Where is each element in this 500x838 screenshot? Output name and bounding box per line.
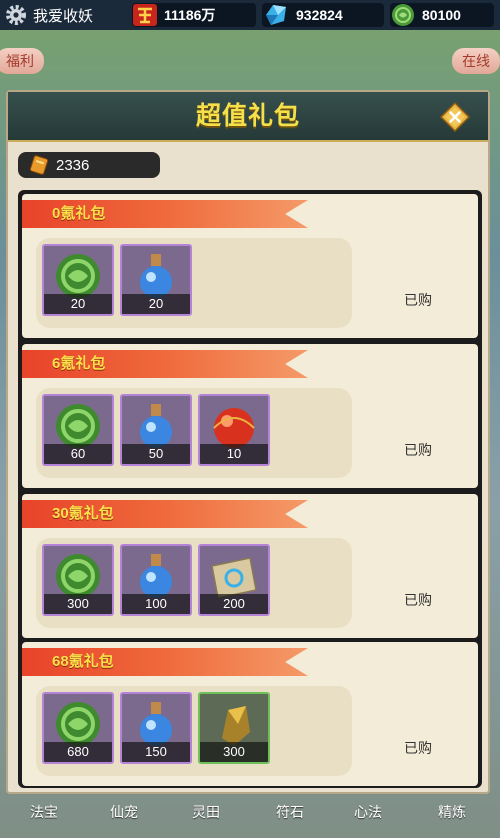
item-quantity: 60: [44, 444, 112, 464]
item-quantity: 20: [44, 294, 112, 314]
pack-item[interactable]: 20: [42, 244, 114, 316]
pack-item[interactable]: 60: [42, 394, 114, 466]
online-tab[interactable]: 在线: [452, 48, 500, 74]
pack-item[interactable]: 20: [120, 244, 192, 316]
crystal-display: 932824: [262, 3, 384, 27]
war-power-value: 11186万: [164, 7, 216, 23]
item-quantity: 10: [200, 444, 268, 464]
crystal-icon: [266, 5, 286, 25]
pack-card: 68氪礼包 680 150 300 已购: [22, 642, 478, 786]
pack-item[interactable]: 680: [42, 692, 114, 764]
pack-name: 0氪礼包: [52, 205, 106, 222]
pack-name: 68氪礼包: [52, 653, 114, 670]
item-quantity: 100: [122, 594, 190, 614]
value-pack-dialog: 超值礼包 2336 0氪礼包 20 20 已购 6氪礼包 60 50 10 已购…: [6, 90, 490, 794]
dialog-title: 超值礼包: [195, 102, 300, 130]
gear-icon: [6, 5, 26, 25]
nav-jinglian[interactable]: 精炼: [422, 802, 482, 822]
item-quantity: 300: [200, 742, 268, 762]
top-status-bar: 我爱收妖 11186万 932824 80100: [0, 0, 500, 30]
pack-items: 60 50 10: [36, 388, 352, 478]
pack-items: 300 100 200: [36, 538, 352, 628]
nav-fabao[interactable]: 法宝: [14, 802, 74, 822]
pack-item[interactable]: 50: [120, 394, 192, 466]
pack-item[interactable]: 200: [198, 544, 270, 616]
voucher-balance: 2336: [18, 152, 160, 178]
war-power-display: 11186万: [132, 3, 256, 27]
pack-item[interactable]: 300: [198, 692, 270, 764]
purchased-status: 已购: [404, 292, 432, 308]
pack-items: 20 20: [36, 238, 352, 328]
crystal-value: 932824: [296, 7, 343, 23]
close-icon[interactable]: [440, 102, 470, 132]
item-quantity: 200: [200, 594, 268, 614]
voucher-amount: 2336: [56, 156, 90, 174]
bottom-nav: 法宝 仙宠 灵田 符石 心法 精炼: [0, 800, 500, 838]
item-quantity: 150: [122, 742, 190, 762]
pack-card: 6氪礼包 60 50 10 已购: [22, 344, 478, 488]
pack-card: 30氪礼包 300 100 200 已购: [22, 494, 478, 638]
pack-list[interactable]: 0氪礼包 20 20 已购 6氪礼包 60 50 10 已购 30氪礼包 300…: [18, 190, 482, 788]
purchased-status: 已购: [404, 442, 432, 458]
purchased-status: 已购: [404, 592, 432, 608]
pack-item[interactable]: 300: [42, 544, 114, 616]
pack-card: 0氪礼包 20 20 已购: [22, 194, 478, 338]
pack-item[interactable]: 10: [198, 394, 270, 466]
pack-item[interactable]: 150: [120, 692, 192, 764]
item-quantity: 20: [122, 294, 190, 314]
nav-fushi[interactable]: 符石: [260, 802, 320, 822]
jade-coin-icon: [392, 4, 414, 26]
jade-coin-value: 80100: [422, 7, 461, 23]
pack-name: 30氪礼包: [52, 505, 114, 522]
purchased-status: 已购: [404, 740, 432, 756]
item-quantity: 680: [44, 742, 112, 762]
game-title: 我爱收妖: [33, 7, 94, 25]
voucher-icon: [29, 155, 49, 175]
pack-item[interactable]: 100: [120, 544, 192, 616]
nav-xianchong[interactable]: 仙宠: [94, 802, 154, 822]
pack-name: 6氪礼包: [52, 355, 106, 372]
item-quantity: 300: [44, 594, 112, 614]
nav-lingtian[interactable]: 灵田: [176, 802, 236, 822]
welfare-tab[interactable]: 福利: [0, 48, 44, 74]
nav-xinfa[interactable]: 心法: [338, 802, 398, 822]
settings-button[interactable]: 我爱收妖: [4, 4, 93, 26]
pack-items: 680 150 300: [36, 686, 352, 776]
item-quantity: 50: [122, 444, 190, 464]
jade-coin-display: 80100: [390, 3, 494, 27]
war-power-icon: [133, 4, 157, 26]
dialog-header: 超值礼包: [8, 92, 488, 142]
